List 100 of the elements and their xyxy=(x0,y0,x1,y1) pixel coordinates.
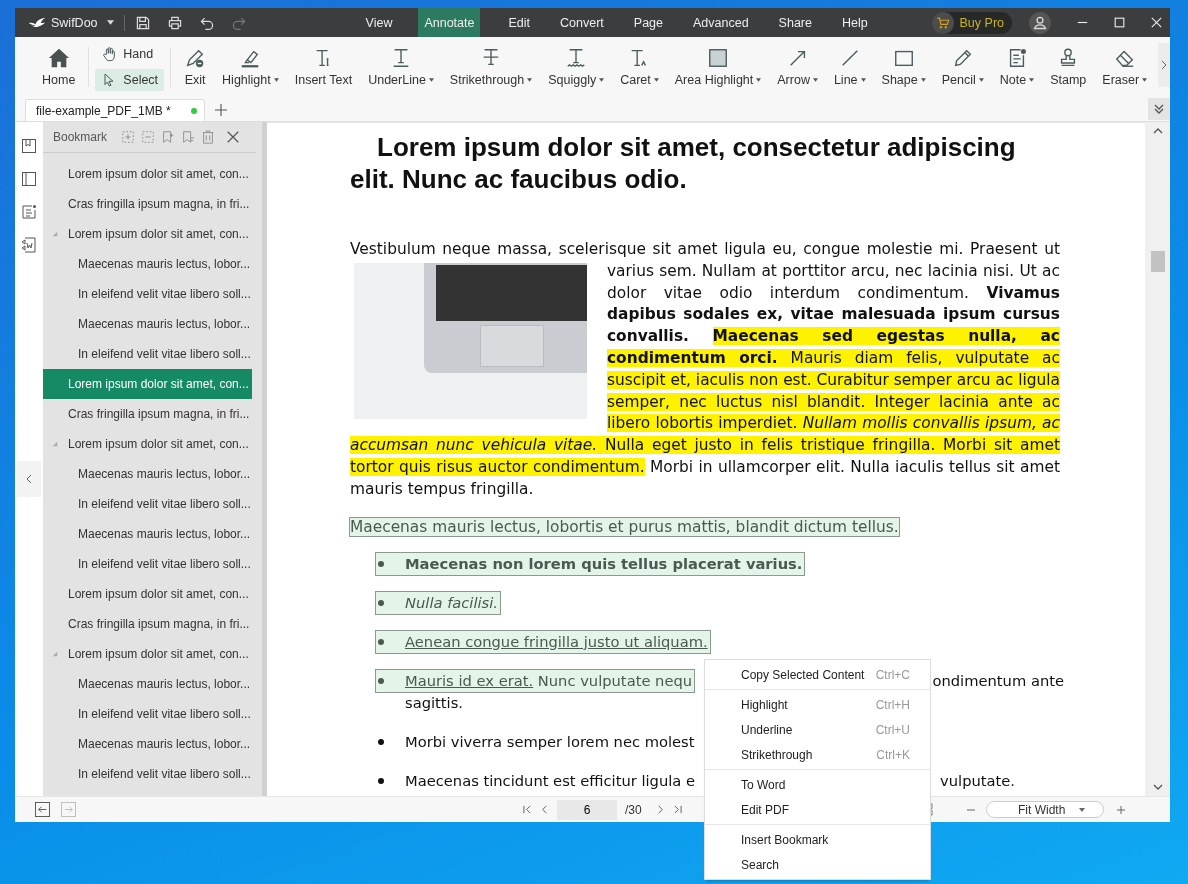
list-item: Maecenas tincidunt est efficitur ligula e xyxy=(376,769,697,792)
mode-button[interactable]: Hand xyxy=(95,43,165,65)
plus-icon[interactable] xyxy=(215,104,227,116)
bullet-icon xyxy=(378,777,384,784)
tool-button[interactable]: Pencil xyxy=(934,47,991,87)
trash-icon[interactable] xyxy=(201,130,216,144)
collapse-ribbon-button[interactable] xyxy=(1148,98,1170,120)
add-bookmark-icon[interactable] xyxy=(161,130,176,144)
tool-button[interactable]: Line xyxy=(826,47,873,87)
tool-button[interactable]: Area Highlight xyxy=(667,47,769,87)
maximize-icon[interactable] xyxy=(1114,17,1125,28)
print-icon[interactable] xyxy=(166,14,183,31)
panel-icon[interactable] xyxy=(21,171,37,187)
bookmark-item[interactable]: Maecenas mauris lectus, lobor... xyxy=(43,669,252,699)
menu-tab[interactable]: Advanced xyxy=(678,8,764,37)
tool-button[interactable]: Highlight xyxy=(215,47,286,87)
tool-button[interactable]: Strikethrough xyxy=(442,47,540,87)
bookmark-item[interactable]: In eleifend velit vitae libero soll... xyxy=(43,339,252,369)
scrollbar-thumb[interactable] xyxy=(1151,251,1165,272)
home-button[interactable]: Home xyxy=(35,47,83,87)
bookmark-item[interactable]: In eleifend velit vitae libero soll... xyxy=(43,489,252,519)
page-count: /30 xyxy=(625,802,642,817)
tool-button[interactable]: Caret xyxy=(613,47,666,87)
tool-button[interactable]: Arrow xyxy=(770,47,825,87)
tool-button[interactable]: Stamp xyxy=(1043,47,1094,87)
bookmark-item[interactable]: Lorem ipsum dolor sit amet, con... xyxy=(43,429,252,459)
bookmark-item[interactable]: Lorem ipsum dolor sit amet, con... xyxy=(43,579,252,609)
bookmark-item[interactable]: Cras fringilla ipsum magna, in fri... xyxy=(43,189,252,219)
bookmark-item[interactable]: In eleifend velit vitae libero soll... xyxy=(43,279,252,309)
annotated-text: Maecenas mauris lectus, lobortis et purus mattis, blandit dictum tellus. xyxy=(350,517,899,536)
page-number-field[interactable]: 6 xyxy=(557,799,617,820)
first-page-icon[interactable] xyxy=(523,805,532,814)
note-icon[interactable] xyxy=(21,204,37,220)
caret-icon[interactable] xyxy=(106,20,114,25)
tool-button[interactable]: Eraser xyxy=(1095,47,1155,87)
bookmark-icon[interactable] xyxy=(21,138,37,154)
tool-button[interactable]: Shape xyxy=(874,47,933,87)
tab-title: file-example_PDF_1MB * xyxy=(36,103,171,118)
next-page-icon[interactable] xyxy=(655,805,665,814)
annotated-list-item: Mauris id ex erat. Nunc vulputate nequ xyxy=(376,669,695,692)
body-paragraph: Vestibulum neque massa, scelerisque sit amet ligula eu, congue molestie mi. Praesent ut varius sem. Nullam at porttitor arcu, nec lacinia nisi. Ut ac dolor vitae odio interdum condimentum. Vivamus dapibus sodales ex, vitae malesuada ipsum cursus convallis. Maecenas sed egestas nulla, ac condimentum orci. Mauris diam felis, vulputate ac suscipit et, iaculis non est. Curabitur semper arcu ac ligula semper, nec luctus nisl blandit. Integer lacinia ante ac libero lobortis imperdiet. Nullam mollis convallis ipsum, ac accumsan nunc vehicula vitae. Nulla eget justo in felis tristique fringilla. Morbi sit amet tortor quis risus auctor condimentum. Morbi in ullamcorper elit. Nulla iaculis tellus sit amet mauris tempus fringilla. xyxy=(350,239,1060,500)
bookmark-item[interactable]: Lorem ipsum dolor sit amet, con... xyxy=(43,639,252,669)
tool-button[interactable]: Note xyxy=(992,47,1042,87)
mode-button[interactable]: Select xyxy=(95,69,165,91)
menu-tab[interactable]: View xyxy=(350,8,408,37)
annotated-list-item: Maecenas non lorem quis tellus placerat varius. xyxy=(376,552,805,575)
user-avatar-icon[interactable] xyxy=(1029,11,1051,34)
close-icon[interactable] xyxy=(226,130,241,144)
bookmark-item[interactable]: Cras fringilla ipsum magna, in fri... xyxy=(43,609,252,639)
app-name: SwifDoo xyxy=(51,15,98,30)
annotated-list-item: Nulla facilisi. xyxy=(376,591,501,614)
menu-item[interactable]: Edit PDF xyxy=(705,797,930,822)
bookmark-item[interactable]: In eleifend velit vitae libero soll... xyxy=(43,759,252,789)
scroll-up-icon[interactable] xyxy=(1152,128,1163,134)
bookmark-item[interactable]: Lorem ipsum dolor sit amet, con... xyxy=(43,219,252,249)
menu-tab[interactable]: Page xyxy=(618,8,678,37)
menu-tab[interactable]: Help xyxy=(826,8,883,37)
bookmark-item[interactable]: Lorem ipsum dolor sit amet, con... xyxy=(43,369,252,399)
chevron-left-icon xyxy=(26,474,32,484)
zoom-dropdown[interactable]: Fit Width xyxy=(985,801,1104,818)
tool-button[interactable]: Squiggly xyxy=(541,47,612,87)
bullet-icon xyxy=(378,638,384,645)
tool-button[interactable]: Insert Text xyxy=(287,47,360,87)
menu-tab[interactable]: Annotate xyxy=(418,8,481,37)
menu-item[interactable]: To Word xyxy=(705,772,930,797)
tool-button[interactable]: Exit xyxy=(177,47,214,87)
squiggly-icon xyxy=(565,47,588,69)
bookmark-item[interactable]: Maecenas mauris lectus, lobor... xyxy=(43,519,252,549)
tool-button[interactable]: UnderLine xyxy=(361,47,441,87)
menu-item[interactable]: Copy Selected Content Ctrl+C xyxy=(705,662,930,687)
chevron-right-icon xyxy=(1161,60,1167,70)
bookmark-item[interactable]: In eleifend velit vitae libero soll... xyxy=(43,699,252,729)
menu-item[interactable]: Insert Bookmark xyxy=(705,827,930,852)
menu-item[interactable]: Search xyxy=(705,852,930,877)
save-icon[interactable] xyxy=(134,14,151,31)
close-icon[interactable] xyxy=(1151,17,1162,28)
scroll-down-icon[interactable] xyxy=(1152,784,1163,790)
bookmark-list-icon[interactable] xyxy=(181,130,196,144)
bullet-icon xyxy=(378,599,384,606)
menu-item[interactable]: Strikethrough Ctrl+K xyxy=(705,742,930,767)
previous-page-icon[interactable] xyxy=(540,805,549,814)
menu-tab[interactable]: Convert xyxy=(545,8,619,37)
last-page-icon[interactable] xyxy=(672,805,682,814)
bookmark-item[interactable]: Maecenas mauris lectus, lobor... xyxy=(43,729,252,759)
menu-item[interactable]: Highlight Ctrl+H xyxy=(705,692,930,717)
word-icon[interactable] xyxy=(21,237,37,253)
bookmark-item[interactable]: In eleifend velit vitae libero soll... xyxy=(43,549,252,579)
list-item-text: ondimentum ante xyxy=(932,670,1064,691)
bookmark-item[interactable]: Maecenas mauris lectus, lobor... xyxy=(43,459,252,489)
menu-tab[interactable]: Edit xyxy=(493,8,545,37)
bookmark-item[interactable]: Lorem ipsum dolor sit amet, con... xyxy=(43,159,252,189)
bookmark-item[interactable]: Maecenas mauris lectus, lobor... xyxy=(43,309,252,339)
zoom-in-icon[interactable] xyxy=(1115,804,1126,815)
menu-tab[interactable]: Share xyxy=(763,8,827,37)
bookmark-item[interactable]: Cras fringilla ipsum magna, in fri... xyxy=(43,399,252,429)
bookmark-item[interactable]: Maecenas mauris lectus, lobor... xyxy=(43,249,252,279)
document-tab[interactable]: file-example_PDF_1MB * xyxy=(25,99,205,121)
menu-item[interactable]: Underline Ctrl+U xyxy=(705,717,930,742)
buy-pro-button[interactable]: Buy Pro xyxy=(931,11,1012,34)
bullet-icon xyxy=(378,738,384,745)
